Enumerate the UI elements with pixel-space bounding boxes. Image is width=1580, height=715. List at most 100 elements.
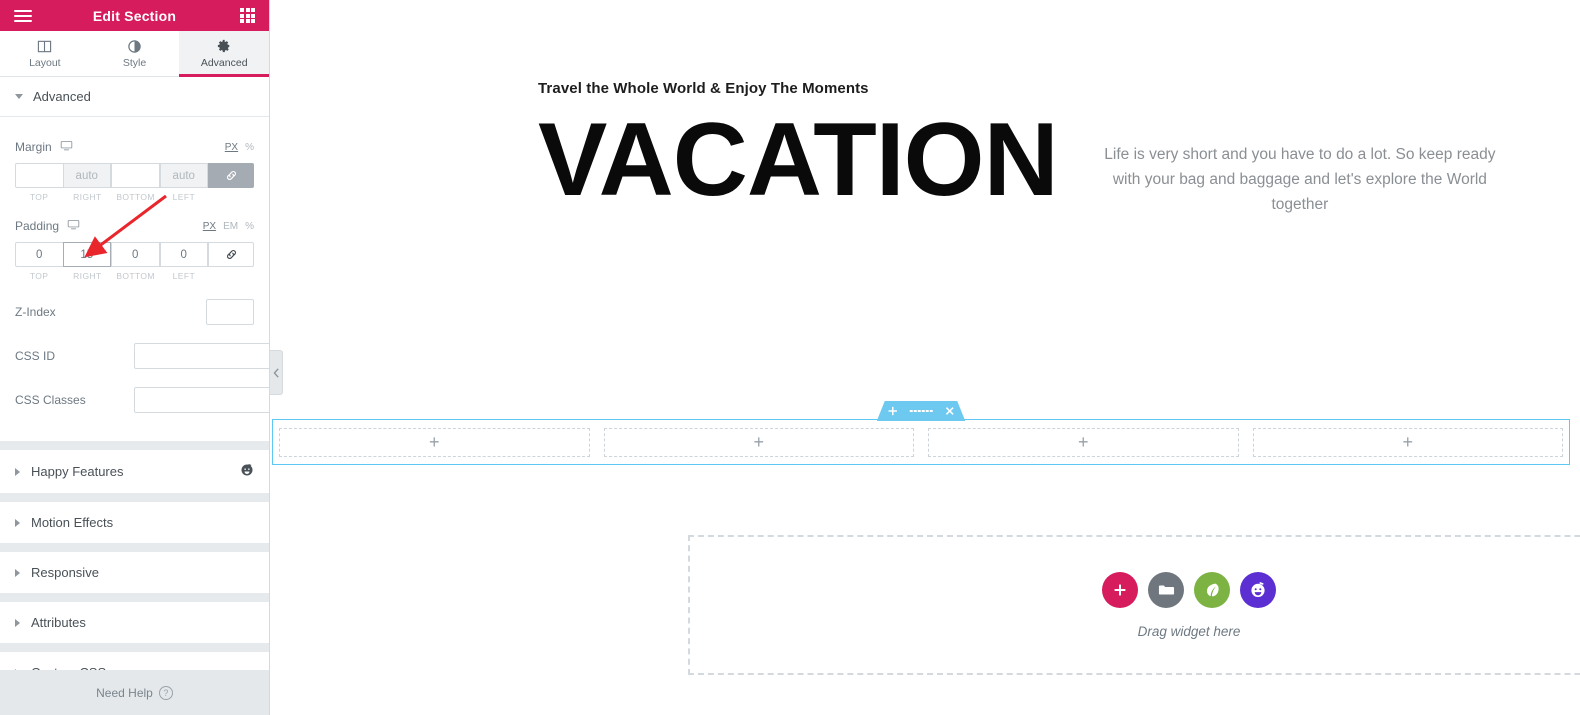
gear-icon	[217, 39, 231, 54]
plus-icon: +	[1077, 432, 1089, 452]
panel-body: Advanced Margin PX % auto auto TOP RIGHT…	[0, 77, 269, 670]
link-chain-icon	[226, 250, 236, 259]
add-new-section-button[interactable]	[1102, 571, 1138, 608]
add-template-button[interactable]	[1148, 571, 1184, 608]
css-id-input[interactable]	[134, 343, 269, 369]
padding-top-input[interactable]	[15, 242, 64, 267]
columns-icon	[37, 39, 52, 54]
padding-unit-percent[interactable]: %	[245, 221, 254, 232]
hamburger-menu-icon[interactable]	[14, 9, 32, 22]
plus-icon	[1114, 584, 1126, 595]
margin-unit-px[interactable]: PX	[225, 142, 238, 153]
link-chain-icon	[226, 171, 236, 180]
close-x-icon[interactable]	[944, 406, 954, 416]
preview-canvas: Travel the Whole World & Enjoy The Momen…	[270, 0, 1580, 715]
margin-right-input[interactable]	[62, 163, 111, 188]
hero-left-column: Travel the Whole World & Enjoy The Momen…	[270, 80, 1059, 218]
z-index-input[interactable]	[206, 299, 254, 325]
section-attributes[interactable]: Attributes	[0, 602, 269, 652]
column-placeholder[interactable]: +	[603, 427, 914, 457]
caret-right-icon	[15, 518, 20, 527]
margin-label: Margin	[15, 140, 52, 154]
margin-top-sublabel: TOP	[29, 192, 49, 202]
plus-icon: +	[1402, 432, 1413, 452]
padding-bottom-input[interactable]	[111, 242, 160, 267]
padding-link-values-button[interactable]	[208, 242, 254, 267]
need-help-label: Need Help	[96, 685, 153, 700]
add-section-icon[interactable]	[888, 406, 898, 416]
advanced-section-title: Advanced	[33, 89, 91, 104]
editor-panel: Edit Section Layout Style Advanced Advan…	[0, 0, 270, 715]
tab-style[interactable]: Style	[90, 31, 180, 76]
margin-left-sublabel: LEFT	[172, 192, 196, 202]
padding-unit-em[interactable]: EM	[223, 221, 238, 232]
padding-top-cell	[15, 242, 64, 267]
section-columns: + + + +	[273, 423, 1569, 461]
hero-right-column: Life is very short and you have to do a …	[1030, 80, 1580, 217]
column-placeholder[interactable]: +	[1252, 427, 1563, 457]
css-classes-input[interactable]	[134, 387, 269, 413]
section-motion-effects[interactable]: Motion Effects	[0, 502, 269, 552]
panel-tabs: Layout Style Advanced	[0, 31, 270, 77]
tab-advanced[interactable]: Advanced	[179, 31, 270, 77]
section-responsive[interactable]: Responsive	[0, 552, 269, 602]
dropzone-label: Drag widget here	[1137, 623, 1241, 639]
desktop-icon[interactable]	[60, 139, 73, 155]
padding-left-sublabel: LEFT	[172, 271, 196, 281]
padding-bottom-sublabel: BOTTOM	[116, 271, 155, 281]
folder-icon	[1158, 584, 1174, 595]
z-index-control: Z-Index	[15, 299, 254, 325]
margin-bottom-input[interactable]	[111, 163, 160, 188]
widgets-grid-icon[interactable]	[240, 8, 255, 23]
margin-link-values-button[interactable]	[208, 163, 254, 188]
happy-addons-button[interactable]	[1240, 571, 1276, 608]
hero-title: VACATION	[538, 102, 1059, 218]
padding-label: Padding	[15, 219, 60, 233]
section-motion-effects-label: Motion Effects	[31, 515, 114, 530]
margin-right-sublabel: RIGHT	[73, 192, 102, 202]
margin-left-cell	[159, 163, 210, 188]
padding-unit-px[interactable]: PX	[203, 221, 216, 232]
margin-right-cell	[62, 163, 113, 188]
z-index-label: Z-Index	[15, 305, 56, 319]
padding-right-input[interactable]	[62, 242, 111, 267]
margin-sublabels: TOP RIGHT BOTTOM LEFT	[15, 188, 254, 202]
padding-sublabels: TOP RIGHT BOTTOM LEFT	[15, 267, 254, 281]
css-classes-label: CSS Classes	[15, 393, 86, 407]
widget-dropzone[interactable]: Drag widget here	[688, 535, 1580, 675]
margin-top-input[interactable]	[15, 163, 64, 188]
tab-layout[interactable]: Layout	[0, 31, 90, 76]
plus-icon: +	[753, 432, 764, 452]
add-envato-kit-button[interactable]	[1194, 571, 1230, 608]
padding-right-cell	[62, 242, 113, 267]
panel-collapse-handle[interactable]	[270, 350, 283, 395]
desktop-icon[interactable]	[67, 218, 80, 234]
hero-kicker: Travel the Whole World & Enjoy The Momen…	[538, 80, 869, 97]
column-placeholder[interactable]: +	[279, 427, 590, 457]
margin-left-input[interactable]	[159, 163, 208, 188]
need-help-button[interactable]: Need Help ?	[0, 670, 269, 715]
caret-down-icon	[15, 94, 23, 99]
column-placeholder[interactable]: +	[928, 427, 1239, 457]
css-classes-control: CSS Classes	[15, 387, 269, 413]
drag-grid-icon[interactable]	[910, 410, 933, 413]
hero-section: Travel the Whole World & Enjoy The Momen…	[270, 0, 1580, 217]
chevron-left-icon	[273, 367, 279, 378]
section-custom-css[interactable]: Custom CSS	[0, 652, 269, 670]
margin-units: PX %	[225, 142, 254, 153]
caret-right-icon	[15, 618, 20, 627]
section-responsive-label: Responsive	[31, 565, 99, 580]
css-classes-field-wrap	[134, 387, 269, 413]
margin-label-group: Margin	[15, 139, 73, 155]
margin-unit-percent[interactable]: %	[245, 142, 254, 153]
elementor-editor: Edit Section Layout Style Advanced Advan…	[0, 0, 1580, 715]
selected-section[interactable]: + + + +	[272, 419, 1570, 465]
happy-addons-face-icon	[240, 463, 254, 480]
padding-left-input[interactable]	[159, 242, 208, 267]
happy-addons-face-icon	[1251, 581, 1265, 597]
tab-advanced-label: Advanced	[200, 56, 248, 69]
section-happy-features[interactable]: Happy Features	[0, 450, 269, 502]
dropzone-buttons	[1102, 571, 1276, 608]
margin-inputs-row	[15, 163, 254, 188]
advanced-section-header[interactable]: Advanced	[0, 77, 269, 117]
